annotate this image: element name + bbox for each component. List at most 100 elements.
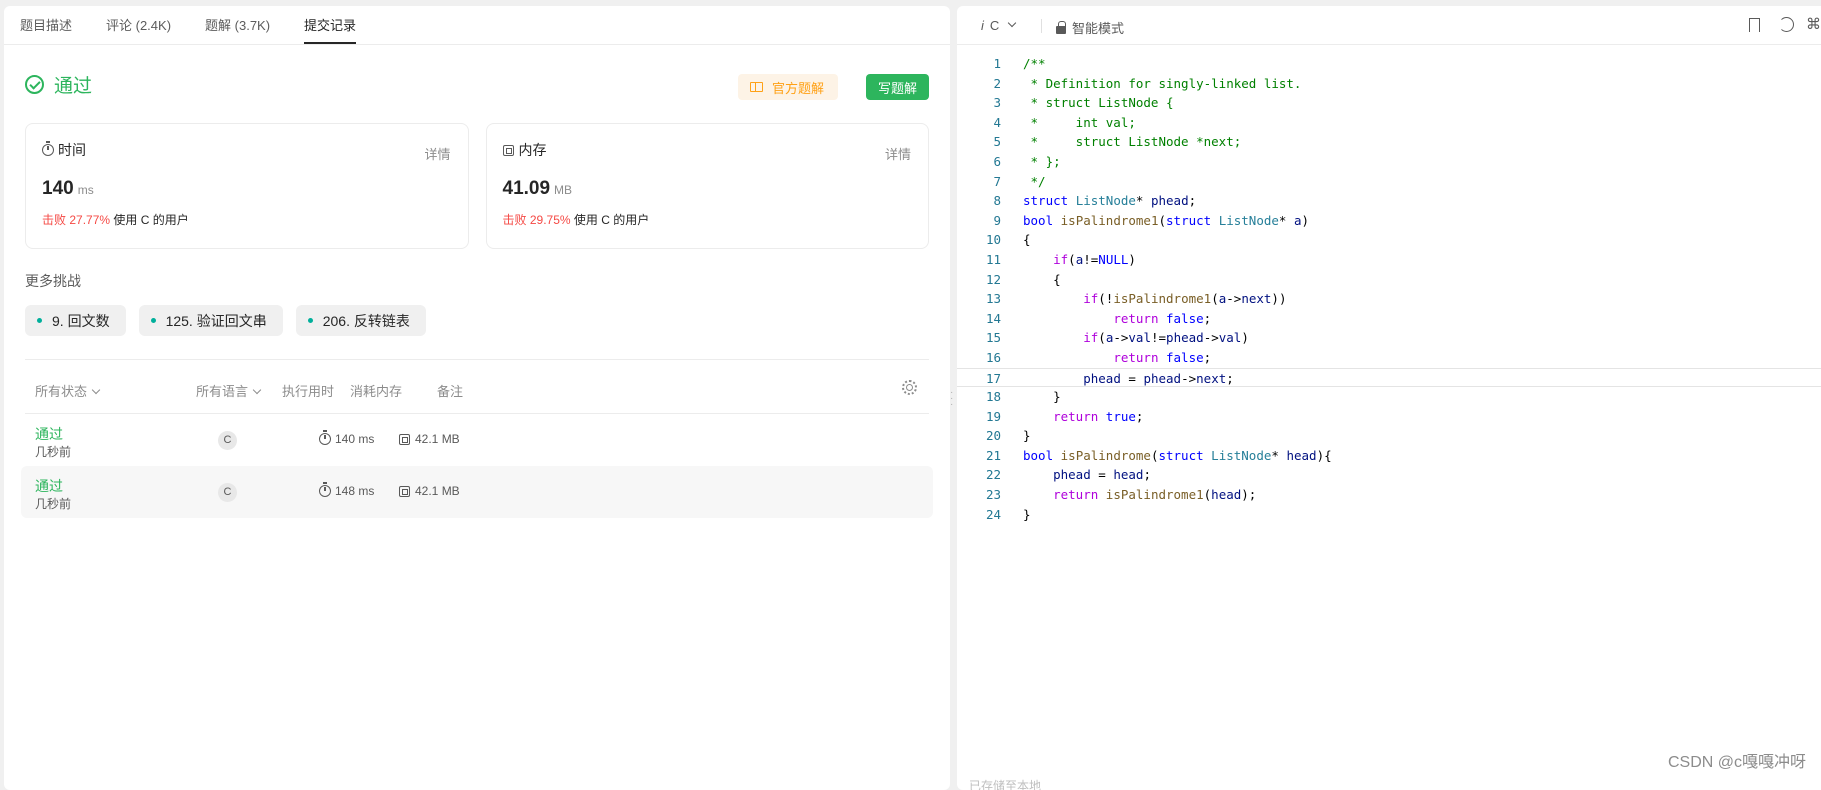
- code-line[interactable]: 14 return false;: [957, 309, 1821, 329]
- line-number: 17: [985, 370, 1001, 386]
- line-text: }: [1023, 506, 1031, 522]
- code-line[interactable]: 4 * int val;: [957, 113, 1821, 133]
- line-number: 14: [985, 310, 1001, 326]
- tab-comments[interactable]: 评论 (2.4K): [106, 15, 171, 44]
- difficulty-dot: [307, 318, 313, 323]
- toolbar-divider: [1041, 19, 1042, 33]
- difficulty-dot: [150, 318, 156, 323]
- submission-memory: 42.1 MB: [399, 432, 460, 446]
- line-text: */: [1023, 173, 1046, 189]
- panel-resize-handle[interactable]: · · ·: [950, 388, 954, 410]
- memory-beat-pct: 29.75%: [529, 213, 571, 227]
- timer-icon: [42, 141, 54, 156]
- submission-time: 几秒前: [35, 445, 72, 459]
- line-text: * };: [1023, 153, 1061, 169]
- code-line[interactable]: 6 * };: [957, 152, 1821, 172]
- submission-row[interactable]: 通过 几秒前 C 140 ms 42.1 MB: [21, 414, 933, 466]
- tab-solutions[interactable]: 题解 (3.7K): [205, 15, 270, 44]
- official-solution-button[interactable]: 官方题解: [737, 74, 838, 100]
- language-select[interactable]: i C: [981, 18, 1017, 33]
- challenge-label: 206. 反转链表: [322, 312, 410, 329]
- line-text: return false;: [1113, 310, 1212, 326]
- submission-runtime-value: 148 ms: [335, 484, 375, 498]
- memory-beat-suffix: 使用 C 的用户: [573, 213, 650, 227]
- timer-icon: [319, 430, 331, 445]
- code-line[interactable]: 19 return true;: [957, 407, 1821, 427]
- code-line[interactable]: 12 {: [957, 270, 1821, 290]
- line-number: 15: [985, 330, 1001, 346]
- code-line[interactable]: 16 return false;: [957, 348, 1821, 368]
- status-filter[interactable]: 所有状态: [35, 381, 101, 400]
- code-line[interactable]: 21 bool isPalindrome(struct ListNode* hea…: [957, 446, 1821, 466]
- runtime-title-label: 时间: [58, 142, 86, 158]
- code-line[interactable]: 1 /**: [957, 54, 1821, 74]
- code-line[interactable]: 20}: [957, 426, 1821, 446]
- code-line[interactable]: 13 if(!isPalindrome1(a->next)): [957, 289, 1821, 309]
- memory-unit: MB: [554, 183, 573, 197]
- runtime-detail-link[interactable]: 详情: [424, 144, 450, 163]
- tab-description[interactable]: 题目描述: [20, 15, 72, 44]
- line-text: /**: [1023, 56, 1046, 71]
- submission-status[interactable]: 通过: [35, 476, 63, 496]
- code-line[interactable]: 9 bool isPalindrome1(struct ListNode* a): [957, 211, 1821, 231]
- memory-chip-icon: [399, 433, 410, 445]
- code-line[interactable]: 7 */: [957, 172, 1821, 192]
- code-line[interactable]: 3 * struct ListNode {: [957, 93, 1821, 113]
- memory-title: 内存: [502, 140, 913, 160]
- line-number: 4: [993, 114, 1001, 130]
- memory-detail-link[interactable]: 详情: [885, 144, 911, 163]
- runtime-card[interactable]: 时间 详情 140 ms 击败 27.77% 使用 C 的用户: [25, 123, 469, 249]
- gear-icon[interactable]: [902, 380, 917, 395]
- chevron-down-icon: [252, 385, 262, 395]
- code-line[interactable]: 17 phead = phead->next;: [957, 367, 1821, 388]
- line-number: 21: [985, 447, 1001, 463]
- challenge-chip[interactable]: 9. 回文数: [25, 305, 126, 336]
- code-line[interactable]: 8 struct ListNode* phead;: [957, 191, 1821, 211]
- code-line[interactable]: 22 phead = head;: [957, 465, 1821, 485]
- submission-memory-value: 42.1 MB: [415, 484, 460, 498]
- code-line[interactable]: 15 if(a->val!=phead->val): [957, 328, 1821, 348]
- status-filter-label: 所有状态: [35, 384, 88, 399]
- submission-status[interactable]: 通过: [35, 424, 63, 444]
- lang-prefix: i: [981, 18, 984, 33]
- smart-mode-toggle[interactable]: 智能模式: [1056, 18, 1124, 37]
- bookmark-icon[interactable]: [1749, 18, 1760, 32]
- command-icon[interactable]: ⌘: [1806, 15, 1821, 33]
- submission-lang-badge: C: [218, 431, 237, 450]
- runtime-beat-label: 击败: [42, 213, 67, 227]
- code-line[interactable]: 10 {: [957, 230, 1821, 250]
- submission-time: 几秒前: [35, 497, 72, 511]
- code-line[interactable]: 2 * Definition for singly-linked list.: [957, 74, 1821, 94]
- difficulty-dot: [37, 318, 42, 323]
- challenge-chip[interactable]: 125. 验证回文串: [138, 305, 283, 336]
- lang-filter[interactable]: 所有语言: [196, 381, 262, 400]
- code-line[interactable]: 5 * struct ListNode *next;: [957, 132, 1821, 152]
- memory-card[interactable]: 内存 详情 41.09 MB 击败 29.75% 使用 C 的用户: [485, 123, 929, 249]
- code-line[interactable]: 24}: [957, 505, 1821, 525]
- result-status: 通过: [54, 75, 93, 97]
- code-line[interactable]: 23 return isPalindrome1(head);: [957, 485, 1821, 505]
- official-solution-label: 官方题解: [771, 80, 824, 96]
- left-panel: 题目描述 评论 (2.4K) 题解 (3.7K) 提交记录 通过 官方题解 写题…: [4, 6, 950, 790]
- line-number: 24: [985, 506, 1001, 522]
- line-text: return false;: [1113, 349, 1212, 365]
- memory-beat-label: 击败: [502, 213, 527, 227]
- submission-row[interactable]: 通过 几秒前 C 148 ms 42.1 MB: [21, 466, 933, 518]
- lang-filter-label: 所有语言: [196, 384, 249, 399]
- line-number: 20: [985, 428, 1001, 444]
- code-line[interactable]: 11 if(a!=NULL): [957, 250, 1821, 270]
- memory-value: 41.09: [502, 178, 551, 199]
- language-value: C: [989, 18, 1000, 33]
- challenge-chip[interactable]: 206. 反转链表: [295, 305, 426, 336]
- line-text: return true;: [1053, 408, 1144, 424]
- line-text: bool isPalindrome1(struct ListNode* a): [1023, 212, 1310, 228]
- code-area[interactable]: 1 /** 2 * Definition for singly-linked lis…: [957, 54, 1821, 524]
- line-number: 22: [985, 467, 1001, 483]
- line-text: return isPalindrome1(head);: [1053, 487, 1257, 503]
- reset-icon[interactable]: [1779, 17, 1794, 32]
- tab-submissions[interactable]: 提交记录: [304, 15, 357, 44]
- check-circle-icon: [25, 74, 44, 94]
- line-number: 18: [985, 389, 1001, 405]
- write-solution-button[interactable]: 写题解: [865, 74, 929, 100]
- code-line[interactable]: 18 }: [957, 387, 1821, 407]
